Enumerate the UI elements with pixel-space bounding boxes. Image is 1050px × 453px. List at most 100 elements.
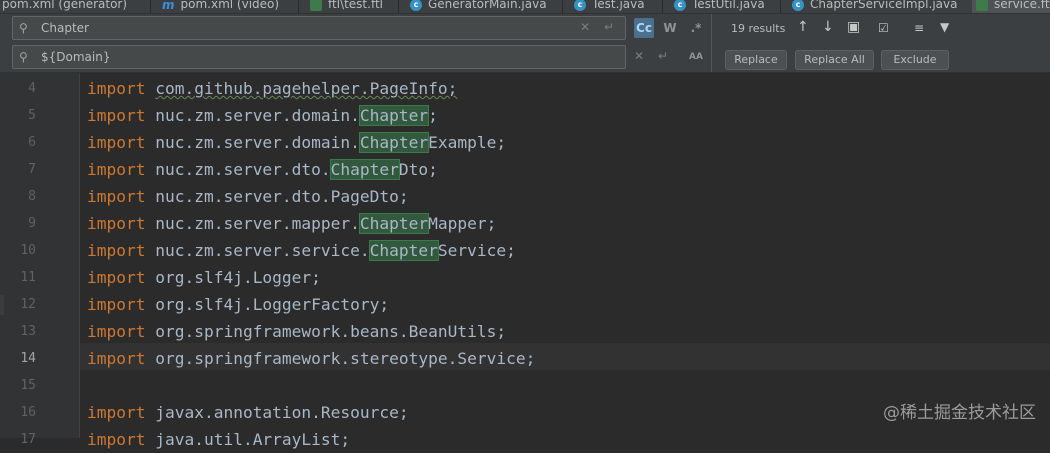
replace-input[interactable] (33, 49, 625, 65)
code-editor[interactable]: import com.github.pagehelper.PageInfo; im… (80, 73, 1050, 449)
code-text: Mapper; (428, 214, 497, 233)
code-text: ; (428, 106, 438, 125)
panel-divider (711, 14, 712, 72)
line-number-gutter: 4 5 6 7 8 9 10 11 12 13 14 15 16 17 (0, 73, 80, 447)
match-case-toggle[interactable]: Cc (634, 18, 654, 38)
watermark: @稀土掘金技术社区 (883, 403, 1036, 423)
tab-divider (298, 0, 299, 13)
import-keyword: import (87, 241, 146, 260)
tab-label: GeneratorMain.java (428, 0, 547, 11)
tab-divider (562, 0, 563, 13)
tab-divider (780, 0, 781, 13)
tab-divider (150, 0, 151, 13)
code-line: import org.springframework.beans.BeanUti… (87, 318, 506, 345)
code-text: java.util.ArrayList; (155, 430, 351, 449)
search-match: Chapter (358, 213, 430, 234)
tab-label: Test.java (592, 0, 645, 11)
code-line: import nuc.zm.server.domain.Chapter; (87, 102, 438, 129)
code-text: nuc.zm.server.domain. (155, 133, 360, 152)
previous-occurrence-icon[interactable]: ↑ (797, 19, 809, 35)
search-field[interactable]: ⚲ (12, 16, 626, 40)
code-text: Dto; (398, 160, 438, 179)
code-line: import com.github.pagehelper.PageInfo; (87, 75, 457, 102)
new-line-icon[interactable]: ↵ (604, 20, 614, 34)
import-keyword: import (87, 160, 146, 179)
regex-toggle[interactable]: .* (686, 18, 706, 38)
line-number: 7 (28, 162, 36, 177)
java-class-icon: c (792, 0, 804, 11)
filter-icon[interactable]: ▼ (940, 20, 949, 34)
import-keyword: import (87, 322, 146, 341)
next-occurrence-icon[interactable]: ↓ (822, 19, 834, 35)
import-keyword: import (87, 187, 146, 206)
tab-test-ftl[interactable]: ftl\test.ftl (310, 0, 383, 13)
replace-button[interactable]: Replace (725, 50, 787, 70)
line-number: 10 (20, 243, 36, 258)
line-number: 13 (20, 324, 36, 339)
search-match: Chapter (358, 105, 430, 126)
search-match: Chapter (358, 132, 430, 153)
java-class-icon: c (574, 0, 586, 11)
search-input[interactable] (33, 20, 625, 36)
code-text: org.springframework.beans.BeanUtils; (155, 322, 507, 341)
exclude-button[interactable]: Exclude (881, 50, 949, 70)
code-line: import javax.annotation.Resource; (87, 399, 409, 426)
tab-label: TestUtil.java (692, 0, 765, 11)
replace-field[interactable]: ⚲ (12, 45, 626, 69)
java-class-icon: c (410, 0, 422, 11)
code-line: import org.slf4j.LoggerFactory; (87, 291, 389, 318)
clear-replace-icon[interactable]: ✕ (634, 49, 644, 63)
words-toggle[interactable]: W (660, 18, 680, 38)
import-keyword: import (87, 79, 146, 98)
import-keyword: import (87, 133, 146, 152)
tab-label: ftl\test.ftl (328, 0, 384, 11)
tab-divider (398, 0, 399, 13)
line-number: 17 (20, 432, 36, 447)
tab-testutil-java[interactable]: c TestUtil.java (674, 0, 765, 13)
code-line: import java.util.ArrayList; (87, 426, 350, 453)
line-number: 11 (20, 270, 36, 285)
line-number: 4 (28, 81, 36, 96)
code-text: nuc.zm.server.service. (155, 241, 370, 260)
import-keyword: import (87, 403, 146, 422)
tab-label: pom.xml (video) (180, 0, 280, 11)
code-text: Example; (428, 133, 507, 152)
replace-row: ⚲ ✕ ↵ AA (0, 43, 710, 71)
search-history-icon[interactable]: ⚲ (19, 21, 33, 35)
line-number: 5 (28, 108, 36, 123)
replace-history-icon[interactable]: ⚲ (19, 50, 33, 64)
tab-generator-main[interactable]: c GeneratorMain.java (410, 0, 547, 13)
preserve-case-toggle[interactable]: AA (686, 47, 706, 67)
tab-test-java[interactable]: c Test.java (574, 0, 645, 13)
import-keyword: import (87, 214, 146, 233)
code-text: org.slf4j.Logger; (155, 268, 321, 287)
clear-search-icon[interactable]: ✕ (580, 20, 590, 34)
code-text: org.springframework.stereotype.Service; (155, 349, 536, 368)
filter-options-icon[interactable]: ☑ (878, 21, 889, 35)
code-line: import nuc.zm.server.domain.ChapterExamp… (87, 129, 506, 156)
tab-label: pom.xml (generator) (2, 0, 128, 11)
code-line: import nuc.zm.server.dto.ChapterDto; (87, 156, 438, 183)
code-line: import nuc.zm.server.mapper.ChapterMappe… (87, 210, 496, 237)
search-options-icon[interactable]: ≡ (914, 21, 924, 35)
line-number: 9 (28, 216, 36, 231)
tab-chapter-service-impl[interactable]: c ChapterServiceImpl.java (792, 0, 957, 13)
line-number: 16 (20, 405, 36, 420)
replace-all-button[interactable]: Replace All (795, 50, 874, 70)
select-all-occurrences-icon[interactable]: ▣ (847, 19, 860, 35)
tab-service-ftl[interactable]: service.ftl (972, 0, 1050, 13)
code-line: import nuc.zm.server.dto.PageDto; (87, 183, 409, 210)
tab-pom-video[interactable]: m pom.xml (video) (162, 0, 279, 13)
line-number: 8 (28, 189, 36, 204)
new-line-icon[interactable]: ↵ (658, 49, 668, 63)
code-line: import org.springframework.stereotype.Se… (87, 345, 535, 372)
code-text: javax.annotation.Resource; (155, 403, 409, 422)
code-text: com.github.pagehelper.PageInfo; (155, 79, 458, 98)
code-text: nuc.zm.server.dto.PageDto; (155, 187, 409, 206)
code-text: nuc.zm.server.mapper. (155, 214, 360, 233)
tab-pom-generator[interactable]: pom.xml (generator) (2, 0, 127, 13)
ftl-file-icon (310, 0, 322, 11)
line-number: 6 (28, 135, 36, 150)
import-keyword: import (87, 349, 146, 368)
search-row: ⚲ ✕ ↵ Cc W .* (0, 14, 710, 42)
